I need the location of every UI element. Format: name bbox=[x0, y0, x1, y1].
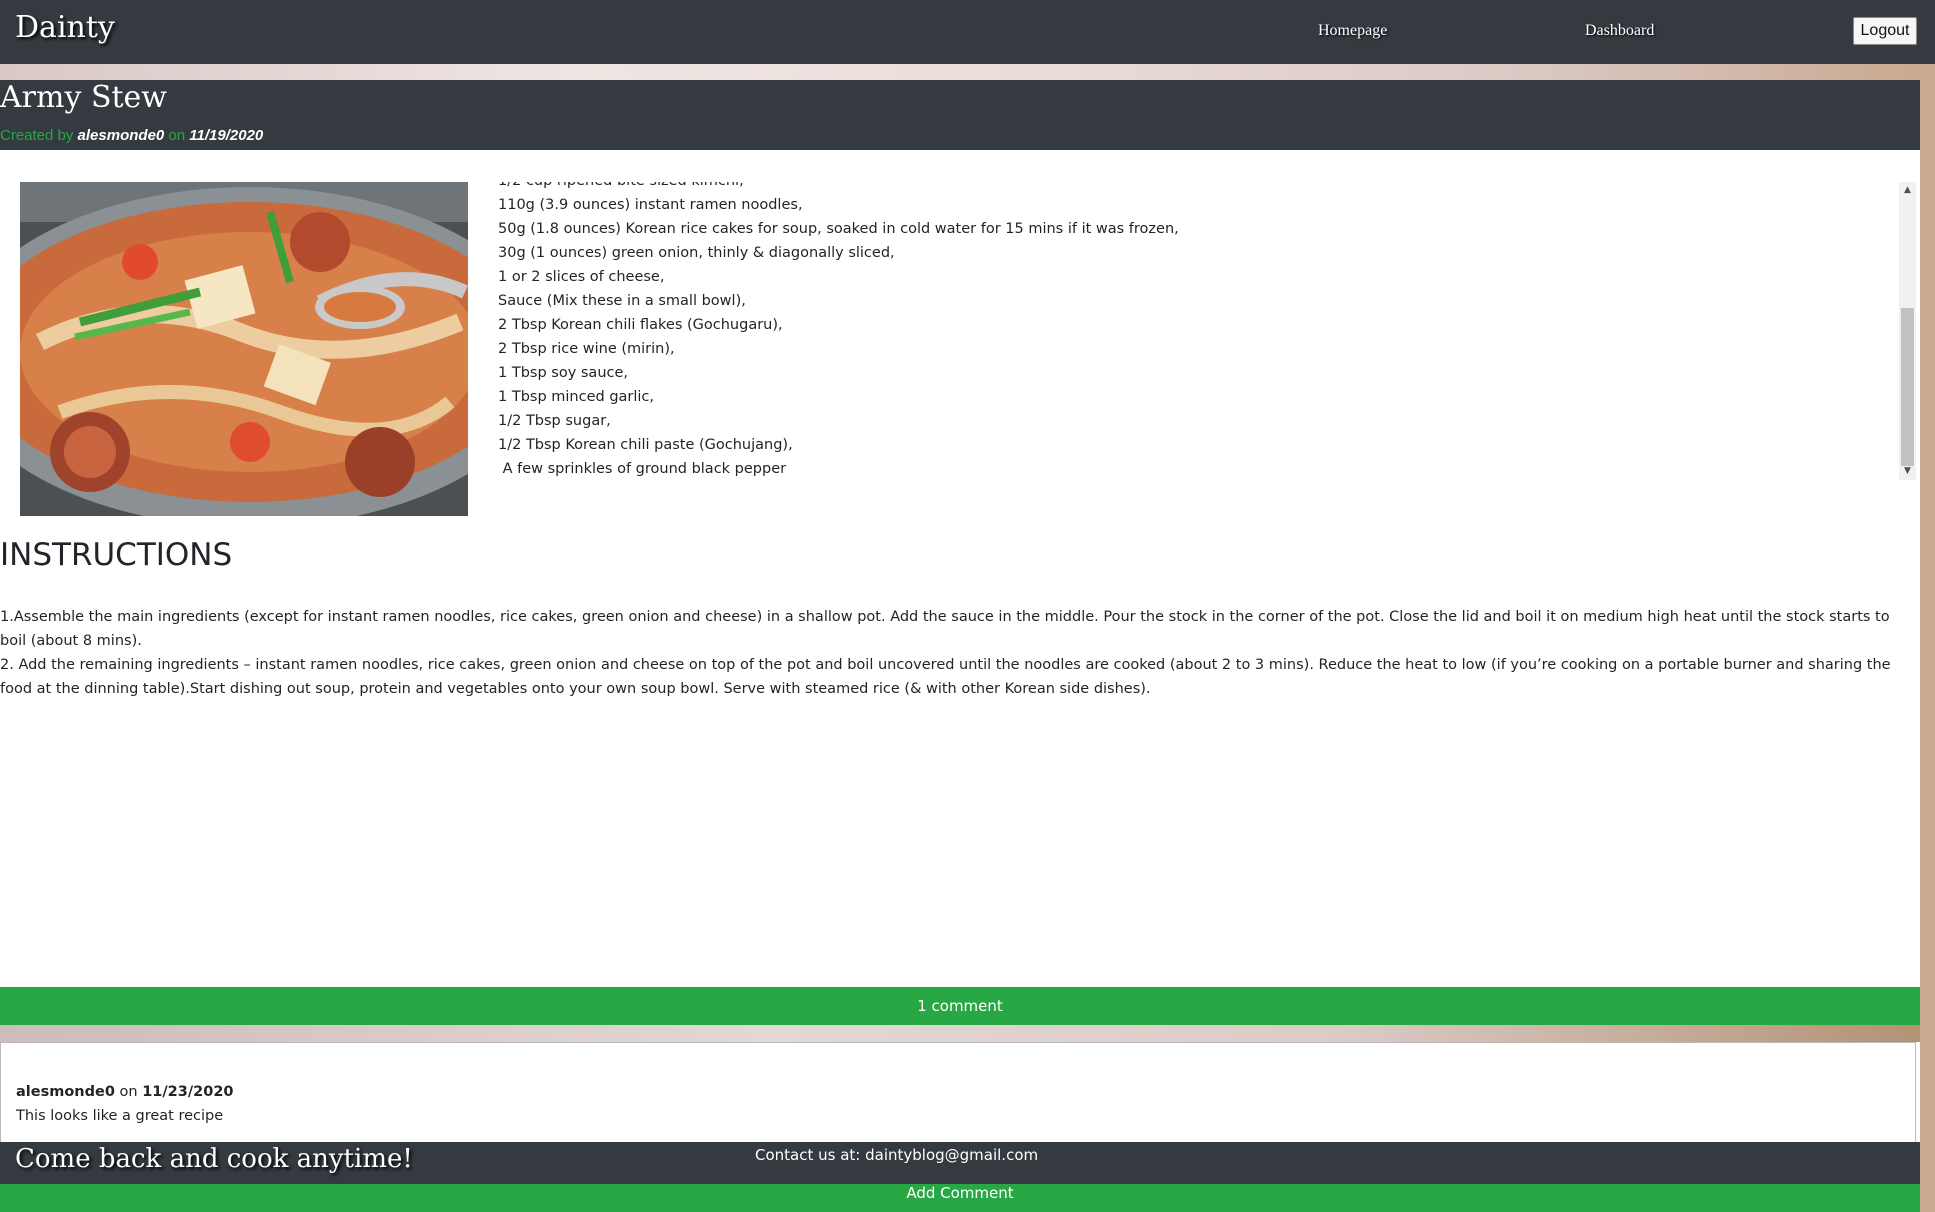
ingredient-item: 30g (1 ounces) green onion, thinly & dia… bbox=[498, 245, 895, 261]
ingredient-item: 1 Tbsp minced garlic, bbox=[498, 389, 655, 405]
navbar: Dainty Homepage Dashboard Logout bbox=[0, 0, 1935, 64]
ingredients-scrollbar[interactable]: ▲ ▼ bbox=[1899, 182, 1916, 480]
recipe-date: 11/19/2020 bbox=[189, 127, 264, 144]
ingredients-panel[interactable]: 1/2 cup ripened bite sized kimchi, 110g … bbox=[485, 182, 1916, 480]
instructions-heading: INSTRUCTIONS bbox=[0, 537, 233, 573]
recipe-meta: Created by alesmonde0 on 11/19/2020 bbox=[0, 127, 263, 144]
footer: Come back and cook anytime! Contact us a… bbox=[0, 1142, 1920, 1184]
ingredient-item: 2 Tbsp Korean chili flakes (Gochugaru), bbox=[498, 317, 783, 333]
ingredient-item: A few sprinkles of ground black pepper bbox=[498, 461, 787, 477]
comment-item: alesmonde0 on 11/23/2020 This looks like… bbox=[16, 1080, 234, 1128]
ingredient-item: 110g (3.9 ounces) instant ramen noodles, bbox=[498, 197, 803, 213]
recipe-photo bbox=[20, 182, 468, 516]
comment-on-label: on bbox=[119, 1084, 138, 1100]
recipe-title: Army Stew bbox=[0, 80, 167, 115]
ingredient-item: 1 Tbsp soy sauce, bbox=[498, 365, 629, 381]
comment-author: alesmonde0 bbox=[16, 1084, 115, 1100]
on-label: on bbox=[168, 127, 186, 144]
recipe-author: alesmonde0 bbox=[77, 127, 165, 144]
comment-count-button[interactable]: 1 comment bbox=[0, 987, 1920, 1025]
ingredients-list: 1/2 cup ripened bite sized kimchi, 110g … bbox=[498, 182, 1179, 480]
ingredient-item: 1/2 Tbsp sugar, bbox=[498, 413, 611, 429]
created-by-label: Created by bbox=[0, 127, 74, 144]
ingredient-item: 1/2 Tbsp Korean chili paste (Gochujang), bbox=[498, 437, 793, 453]
scrollbar-thumb[interactable] bbox=[1901, 308, 1914, 466]
brand-logo[interactable]: Dainty bbox=[15, 10, 115, 45]
nav-link-dashboard[interactable]: Dashboard bbox=[1585, 22, 1654, 40]
ingredient-item: 1 or 2 slices of cheese, bbox=[498, 269, 665, 285]
footer-tagline: Come back and cook anytime! bbox=[15, 1144, 413, 1174]
recipe-header: Army Stew Created by alesmonde0 on 11/19… bbox=[0, 80, 1920, 150]
recipe-content: 1/2 cup ripened bite sized kimchi, 110g … bbox=[0, 150, 1920, 1212]
ingredient-item: 50g (1.8 ounces) Korean rice cakes for s… bbox=[498, 221, 1179, 237]
ingredient-item: Sauce (Mix these in a small bowl), bbox=[498, 293, 746, 309]
comment-text: This looks like a great recipe bbox=[16, 1108, 224, 1124]
comment-date: 11/23/2020 bbox=[142, 1084, 234, 1100]
army-stew-image bbox=[20, 182, 468, 516]
instruction-step: 1.Assemble the main ingredients (except … bbox=[0, 609, 1890, 649]
scroll-up-icon[interactable]: ▲ bbox=[1899, 182, 1916, 199]
ingredient-item: 2 Tbsp rice wine (mirin), bbox=[498, 341, 675, 357]
nav-link-homepage[interactable]: Homepage bbox=[1318, 22, 1387, 40]
scroll-down-icon[interactable]: ▼ bbox=[1899, 463, 1916, 480]
logout-button[interactable]: Logout bbox=[1853, 17, 1917, 45]
ingredient-item: 1/2 cup ripened bite sized kimchi, bbox=[498, 182, 1179, 193]
background-strip bbox=[0, 1025, 1920, 1042]
footer-contact: Contact us at: daintyblog@gmail.com bbox=[755, 1146, 1039, 1164]
instruction-step: 2. Add the remaining ingredients – insta… bbox=[0, 657, 1891, 697]
instructions-text: 1.Assemble the main ingredients (except … bbox=[0, 605, 1918, 701]
comment-meta: alesmonde0 on 11/23/2020 bbox=[16, 1080, 234, 1104]
